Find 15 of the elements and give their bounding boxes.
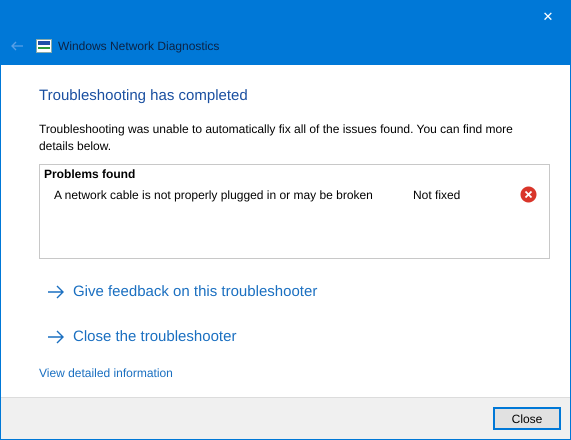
details-link[interactable]: View detailed information	[39, 366, 173, 380]
description-text: Troubleshooting was unable to automatically fix all of the issues found. You can find more details below.	[39, 121, 514, 155]
troubleshooter-link[interactable]: Close the troubleshooter	[39, 314, 236, 359]
window-title: Windows Network Diagnostics	[58, 39, 220, 53]
arrow-icon	[47, 330, 64, 344]
arrow-icon	[47, 284, 64, 298]
close-button[interactable]: ✕	[526, 1, 570, 31]
problem-text: A network cable is not properly plugged in or may be broken	[54, 188, 374, 202]
status-heading: Troubleshooting has completed	[39, 87, 249, 104]
troubleshooter-link[interactable]: Give feedback on this troubleshooter	[39, 269, 318, 314]
back-arrow-icon[interactable]	[10, 41, 24, 51]
problems-title: Problems found	[44, 167, 136, 181]
problem-status: Not fixed	[413, 188, 462, 202]
network-diagnostics-icon	[36, 39, 52, 53]
close-dialog-button[interactable]: Close	[493, 407, 561, 430]
